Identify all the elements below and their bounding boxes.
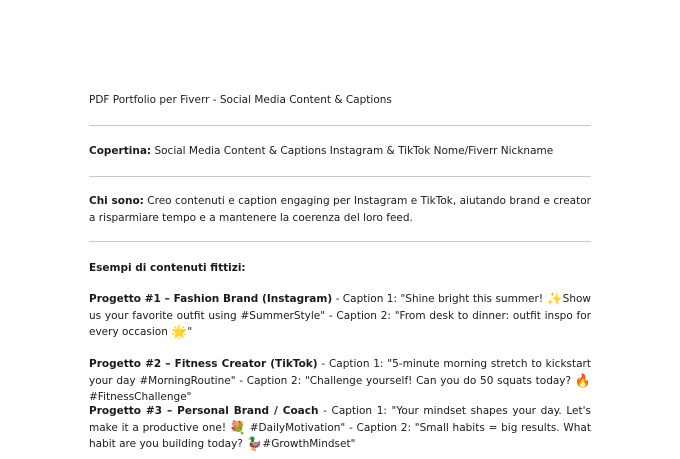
document-title: PDF Portfolio per Fiverr - Social Media …: [89, 94, 392, 106]
cover-text: Social Media Content & Captions Instagra…: [154, 145, 554, 157]
cover-label: Copertina:: [89, 145, 152, 157]
cover-paragraph: Copertina: Social Media Content & Captio…: [89, 143, 591, 160]
project-title: Progetto #3 – Personal Brand / Coach: [89, 405, 319, 417]
project-title: Progetto #2 – Fitness Creator (TikTok): [89, 358, 318, 370]
project-paragraph-1: Progetto #1 – Fashion Brand (Instagram) …: [89, 291, 591, 341]
about-text: Creo contenuti e caption engaging per In…: [89, 195, 591, 224]
examples-heading-text: Esempi di contenuti fittizi:: [89, 262, 246, 274]
project-title: Progetto #1 – Fashion Brand (Instagram): [89, 293, 333, 305]
divider: [89, 241, 591, 242]
project-caption-text: ": [187, 326, 193, 338]
divider: [89, 176, 591, 177]
divider: [89, 125, 591, 126]
fire-icon: 🔥: [574, 373, 591, 389]
bouquet-icon: 💐: [229, 420, 246, 436]
duck-icon: 🦆: [246, 437, 263, 452]
project-paragraph-2: Progetto #2 – Fitness Creator (TikTok) -…: [89, 356, 591, 406]
about-label: Chi sono:: [89, 195, 144, 207]
project-caption-text: #GrowthMindset": [262, 438, 356, 450]
project-caption-text: #FitnessChallenge": [89, 391, 192, 403]
project-paragraph-3: Progetto #3 – Personal Brand / Coach - C…: [89, 403, 591, 453]
about-paragraph: Chi sono: Creo contenuti e caption engag…: [89, 193, 591, 226]
sparkles-icon: ✨: [546, 292, 563, 307]
star-icon: 🌟: [171, 325, 188, 340]
project-caption-text: - Caption 1: "Shine bright this summer!: [332, 293, 547, 305]
examples-heading: Esempi di contenuti fittizi:: [89, 260, 591, 277]
